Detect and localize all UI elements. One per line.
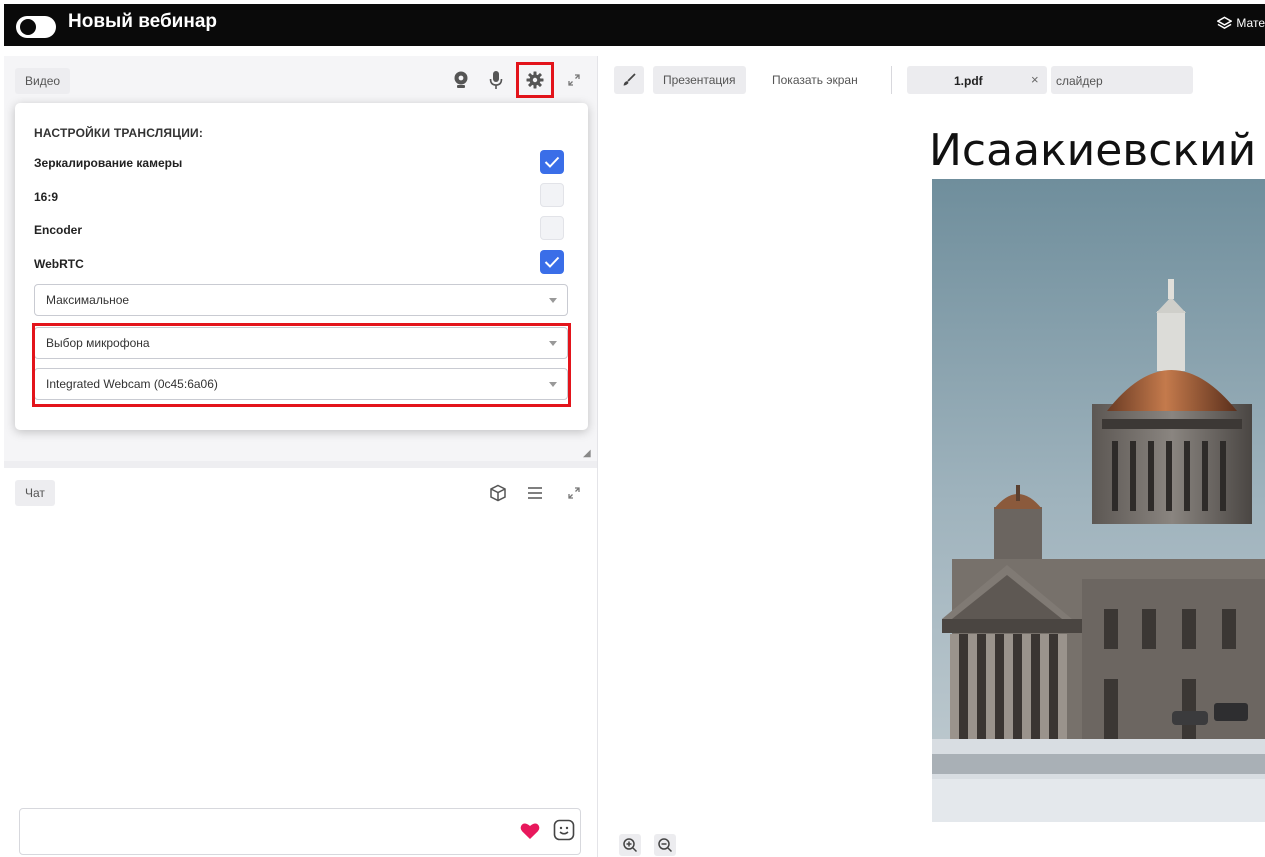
layers-icon	[1217, 16, 1233, 30]
gear-highlight-box	[516, 62, 554, 98]
expand-icon[interactable]	[562, 68, 586, 92]
slide-photo	[932, 179, 1265, 822]
check-icon	[544, 256, 560, 268]
cube-icon[interactable]	[486, 481, 510, 505]
option-encoder-label: Encoder	[34, 223, 83, 237]
microphone-icon[interactable]	[484, 68, 508, 92]
option-16-9-label: 16:9	[34, 190, 59, 204]
chat-panel	[4, 468, 597, 857]
device-highlight-box	[32, 323, 571, 407]
materials-label: Мате	[1236, 16, 1265, 30]
option-webrtc-label: WebRTC	[34, 257, 84, 271]
materials-link[interactable]: Мате	[1217, 16, 1265, 30]
menu-icon[interactable]	[523, 481, 547, 505]
zoom-out-icon[interactable]	[654, 834, 676, 856]
resize-handle[interactable]: ◢	[583, 448, 591, 459]
top-bar: Новый вебинар Мате	[4, 4, 1265, 46]
option-mirror-label: Зеркалирование камеры	[34, 156, 183, 170]
heart-icon[interactable]	[520, 822, 540, 845]
zoom-in-icon[interactable]	[619, 834, 641, 856]
webinar-title: Новый вебинар	[68, 11, 218, 32]
webrtc-checkbox[interactable]	[540, 250, 564, 274]
stream-settings-popup: НАСТРОЙКИ ТРАНСЛЯЦИИ: Зеркалирование кам…	[15, 103, 588, 430]
check-icon	[544, 156, 560, 168]
slide-title: Исаакиевский	[929, 125, 1257, 176]
settings-title: НАСТРОЙКИ ТРАНСЛЯЦИИ:	[34, 126, 204, 140]
mirror-camera-checkbox[interactable]	[540, 150, 564, 174]
brush-icon[interactable]	[614, 66, 644, 94]
video-tab[interactable]: Видео	[15, 68, 71, 94]
encoder-checkbox[interactable]	[540, 216, 564, 240]
slider-tab[interactable]: слайдер	[1051, 66, 1193, 94]
aspect-16-9-checkbox[interactable]	[540, 183, 564, 207]
expand-icon[interactable]	[562, 481, 586, 505]
tab-share-screen[interactable]: Показать экран	[762, 66, 868, 94]
quality-select-value: Максимальное	[46, 293, 130, 307]
emoji-icon[interactable]	[553, 819, 575, 846]
file-tab[interactable]: 1.pdf ×	[907, 66, 1047, 94]
file-name: 1.pdf	[954, 74, 983, 88]
chat-message-input[interactable]	[19, 808, 581, 855]
chevron-down-icon	[549, 298, 557, 303]
slider-label: слайдер	[1056, 74, 1103, 88]
panel-separator[interactable]	[4, 461, 597, 468]
quality-select[interactable]: Максимальное	[34, 284, 568, 316]
toggle-knob	[20, 19, 36, 35]
theme-toggle[interactable]	[16, 16, 56, 38]
tab-divider	[891, 66, 892, 94]
camera-icon[interactable]	[449, 68, 473, 92]
chat-tab[interactable]: Чат	[15, 480, 55, 506]
tab-presentation[interactable]: Презентация	[653, 66, 746, 94]
close-icon[interactable]: ×	[1031, 72, 1039, 87]
